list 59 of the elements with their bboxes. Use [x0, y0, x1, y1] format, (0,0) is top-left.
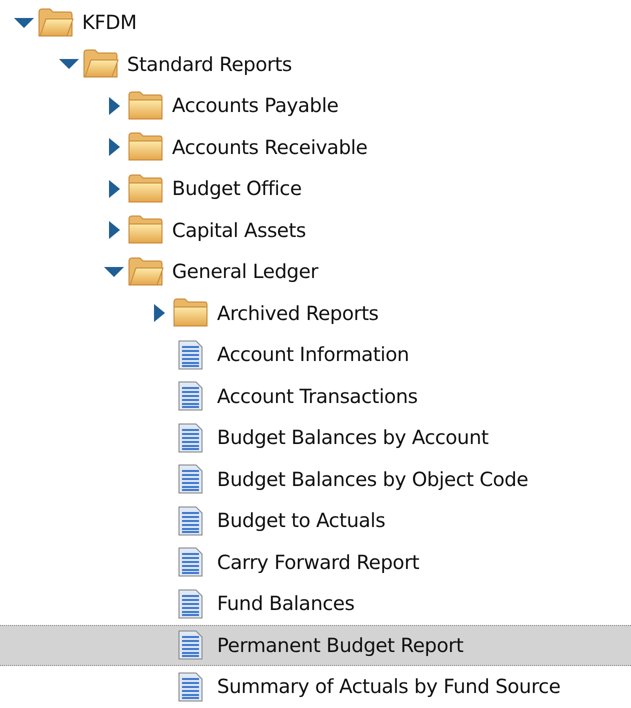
tree-row[interactable]: Account Information	[0, 334, 631, 376]
expand-caret-icon[interactable]	[108, 221, 120, 240]
folder-icon	[128, 90, 164, 121]
open-folder-icon	[83, 49, 119, 80]
document-icon	[178, 340, 204, 370]
folder-icon	[128, 174, 164, 204]
tree-row[interactable]: Capital Assets	[0, 210, 631, 251]
tree-row[interactable]: Budget to Actuals	[0, 500, 631, 542]
tree-row[interactable]: General Ledger	[0, 251, 631, 292]
folder-label: Accounts Receivable	[172, 136, 368, 159]
collapse-caret-icon[interactable]	[59, 59, 79, 70]
folder-label: Accounts Payable	[172, 94, 338, 118]
open-folder-icon	[38, 8, 74, 38]
report-label: Account Transactions	[217, 384, 418, 408]
report-label: Carry Forward Report	[217, 550, 420, 574]
document-icon	[178, 506, 204, 536]
tree-row[interactable]: Budget Balances by Object Code	[0, 458, 631, 500]
report-label: Budget Balances by Account	[217, 426, 489, 450]
tree-row[interactable]: Archived Reports	[0, 292, 631, 334]
folder-icon	[128, 132, 164, 162]
tree-row[interactable]: Summary of Actuals by Fund Source	[0, 666, 631, 708]
folder-label: KFDM	[82, 11, 137, 34]
expand-caret-icon[interactable]	[108, 96, 120, 115]
expand-caret-icon[interactable]	[108, 180, 120, 198]
tree-row[interactable]: Accounts Payable	[0, 85, 631, 126]
tree-row[interactable]: Budget Balances by Account	[0, 417, 631, 458]
tree-row[interactable]: Budget Office	[0, 168, 631, 210]
report-label: Budget Balances by Object Code	[217, 468, 528, 491]
document-icon	[178, 588, 204, 619]
tree-row[interactable]: Fund Balances	[0, 583, 631, 624]
collapse-caret-icon[interactable]	[14, 18, 34, 28]
collapse-caret-icon[interactable]	[104, 266, 124, 277]
open-folder-icon	[128, 256, 164, 287]
expand-caret-icon[interactable]	[108, 138, 120, 156]
folder-label: Budget Office	[172, 177, 302, 200]
document-icon	[178, 381, 204, 412]
folder-label: Standard Reports	[127, 52, 292, 76]
folder-label: Archived Reports	[217, 302, 379, 325]
report-label: Permanent Budget Report	[217, 634, 464, 657]
tree-row[interactable]: Account Transactions	[0, 376, 631, 417]
folder-icon	[173, 298, 209, 328]
tree-row[interactable]: Carry Forward Report	[0, 542, 631, 583]
report-label: Fund Balances	[217, 592, 354, 616]
tree-row[interactable]: Permanent Budget Report	[0, 624, 631, 666]
document-icon	[178, 464, 204, 494]
tree-row[interactable]: Accounts Receivable	[0, 126, 631, 168]
folder-label: General Ledger	[172, 260, 318, 284]
document-icon	[178, 422, 204, 453]
folder-icon	[128, 215, 164, 246]
report-label: Budget to Actuals	[217, 509, 386, 532]
expand-caret-icon[interactable]	[154, 304, 164, 322]
report-label: Account Information	[217, 343, 410, 366]
tree-row[interactable]: Standard Reports	[0, 44, 631, 85]
tree-row[interactable]: KFDM	[0, 2, 631, 44]
document-icon	[178, 672, 204, 702]
report-label: Summary of Actuals by Fund Source	[217, 675, 561, 698]
document-icon	[178, 630, 204, 660]
folder-label: Capital Assets	[172, 218, 306, 242]
document-icon	[178, 547, 204, 578]
